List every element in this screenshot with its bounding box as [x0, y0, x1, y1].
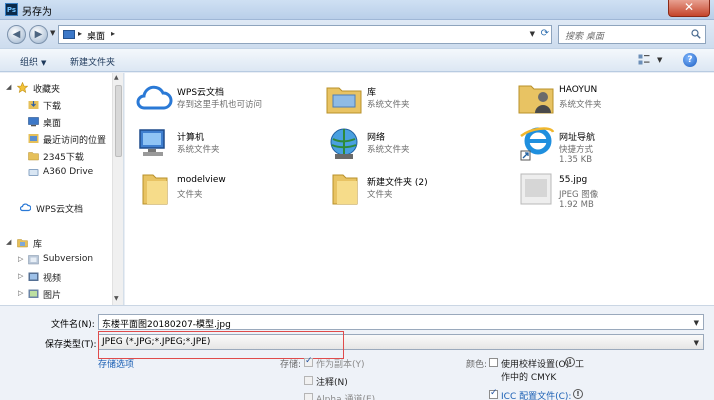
ie-shortcut-icon — [520, 127, 555, 161]
desktop-icon — [28, 117, 39, 127]
expand-triangle-icon: ▷ — [18, 255, 24, 263]
proof-setup-label-continued: 作中的 CMYK — [501, 373, 557, 383]
address-bar[interactable]: ▸ 桌面 ▸ ▼ ⟳ — [58, 25, 552, 44]
filename-dropdown-icon[interactable]: ▼ — [694, 319, 699, 327]
file-item[interactable]: 库 系统文件夹 — [315, 77, 500, 121]
file-item[interactable]: 55.jpg JPEG 图像 1.92 MB — [507, 167, 692, 211]
close-button[interactable]: ✕ — [668, 0, 710, 17]
download-folder-icon — [28, 101, 39, 109]
proof-setup-checkbox[interactable] — [489, 358, 498, 367]
notes-checkbox[interactable] — [304, 376, 313, 385]
as-copy-label: 作为副本(Y) — [316, 360, 365, 370]
computer-icon — [139, 129, 165, 156]
highlight-box — [98, 331, 344, 359]
icc-info-icon[interactable]: ! — [573, 389, 583, 399]
new-folder-button[interactable]: 新建文件夹 — [70, 55, 115, 68]
nav-subversion[interactable]: ▷ Subversion — [0, 252, 112, 268]
organize-button[interactable]: 组织 ▼ — [20, 55, 46, 68]
library-icon — [17, 239, 28, 248]
expand-triangle-icon: ▷ — [18, 272, 24, 280]
file-item[interactable]: 网址导航 快捷方式 1.35 KB — [507, 122, 692, 166]
nav-wps-cloud[interactable]: WPS云文档 — [0, 200, 112, 216]
nav-videos[interactable]: ▷ 视频 — [0, 269, 112, 285]
back-button[interactable]: ◀ — [7, 25, 26, 44]
window-title: 另存为 — [22, 7, 52, 18]
help-icon[interactable]: ? — [683, 53, 697, 67]
folder-icon — [332, 174, 358, 205]
filename-value: 东楼平面图20180207-模型.jpg — [102, 320, 231, 330]
collapse-triangle-icon: ◢ — [6, 83, 12, 91]
expand-triangle-icon: ▷ — [18, 289, 24, 297]
address-dropdown-icon[interactable]: ▼ — [530, 30, 535, 38]
file-item[interactable]: WPS云文档 存到这里手机也可访问 — [125, 77, 310, 121]
file-item[interactable]: 新建文件夹 (2) 文件夹 — [315, 167, 500, 211]
save-options-link[interactable]: 存储选项 — [98, 357, 134, 370]
alpha-channel-checkbox[interactable] — [304, 393, 313, 400]
address-row: ◀ ▶ ▼ ▸ 桌面 ▸ ▼ ⟳ 搜索 桌面 — [0, 20, 714, 48]
file-item[interactable]: modelview 文件夹 — [125, 167, 310, 211]
nav-desktop[interactable]: 桌面 — [0, 114, 112, 130]
organize-caret-icon: ▼ — [41, 59, 47, 67]
title-bar: Ps 另存为 ✕ — [0, 0, 714, 20]
store-label: 存储: — [280, 360, 302, 370]
nav-library[interactable]: ◢ 库 — [0, 235, 112, 251]
cloud-icon — [20, 203, 31, 212]
notes-label: 注释(N) — [316, 378, 348, 388]
alpha-channel-label: Alpha 通道(E) — [316, 395, 376, 400]
color-label: 颜色: — [466, 360, 488, 370]
file-item[interactable]: 计算机 系统文件夹 — [125, 122, 310, 166]
scroll-up-icon: ▲ — [114, 74, 119, 81]
desktop-icon — [63, 30, 75, 39]
star-icon — [17, 82, 28, 93]
search-input[interactable]: 搜索 桌面 — [558, 25, 706, 44]
cloud-icon — [136, 85, 173, 110]
a360-drive-icon — [28, 169, 39, 176]
nav-a360-drive[interactable]: A360 Drive — [0, 165, 112, 181]
address-separator-icon[interactable]: ▸ — [78, 29, 82, 38]
video-icon — [28, 272, 39, 281]
save-options-panel: 文件名(N): 东楼平面图20180207-模型.jpg ▼ 保存类型(T): … — [0, 305, 714, 400]
photoshop-icon: Ps — [5, 3, 18, 16]
address-chevron-icon[interactable]: ▸ — [111, 29, 115, 38]
scroll-thumb[interactable] — [115, 85, 122, 157]
icc-profile-link[interactable]: ICC 配置文件(C): — [501, 389, 571, 400]
nav-pictures[interactable]: ▷ 图片 — [0, 286, 112, 302]
filename-label: 文件名(N): — [51, 320, 95, 330]
forward-button[interactable]: ▶ — [29, 25, 48, 44]
search-placeholder: 搜索 桌面 — [565, 32, 604, 42]
folder-icon — [142, 174, 168, 205]
file-item[interactable]: 网络 系统文件夹 — [315, 122, 500, 166]
user-folder-icon — [518, 85, 554, 114]
navigation-pane: ◢ 收藏夹 下载 桌面 最近访问的位置 2345下载 A360 Drive WP… — [0, 73, 124, 305]
picture-icon — [28, 289, 39, 298]
library-folder-icon — [326, 87, 362, 114]
view-caret-icon[interactable]: ▼ — [657, 56, 662, 64]
file-type-label: 保存类型(T): — [45, 340, 97, 350]
folder-icon — [28, 152, 39, 161]
collapse-triangle-icon: ◢ — [6, 238, 12, 246]
nav-favorites[interactable]: ◢ 收藏夹 — [0, 80, 112, 96]
refresh-icon[interactable]: ⟳ — [541, 28, 549, 39]
nav-downloads[interactable]: 下载 — [0, 97, 112, 113]
toolbar: 组织 ▼ 新建文件夹 ▼ ? — [0, 48, 714, 72]
scroll-down-icon: ▼ — [114, 295, 119, 302]
search-icon — [691, 29, 701, 39]
address-location: 桌面 — [87, 32, 106, 42]
view-options-icon[interactable] — [638, 54, 650, 66]
nav-recent-places[interactable]: 最近访问的位置 — [0, 131, 112, 147]
as-copy-checkbox[interactable] — [304, 356, 313, 367]
recent-places-icon — [28, 134, 39, 143]
file-list: WPS云文档 存到这里手机也可访问 库 系统文件夹 HAOYUN 系统文件夹 计… — [125, 73, 714, 305]
network-icon — [330, 128, 358, 159]
nav-2345-downloads[interactable]: 2345下载 — [0, 148, 112, 164]
icc-profile-checkbox[interactable] — [489, 388, 498, 399]
filename-input[interactable]: 东楼平面图20180207-模型.jpg ▼ — [98, 314, 704, 330]
recent-locations-caret-icon[interactable]: ▼ — [50, 29, 55, 37]
file-item[interactable]: HAOYUN 系统文件夹 — [507, 77, 692, 121]
info-icon[interactable]: ! — [565, 357, 575, 367]
library-folder-icon — [28, 255, 39, 265]
jpeg-thumbnail-icon — [520, 173, 552, 205]
file-type-dropdown-icon[interactable]: ▼ — [694, 339, 699, 347]
nav-scrollbar[interactable]: ▲ ▼ — [112, 73, 123, 305]
